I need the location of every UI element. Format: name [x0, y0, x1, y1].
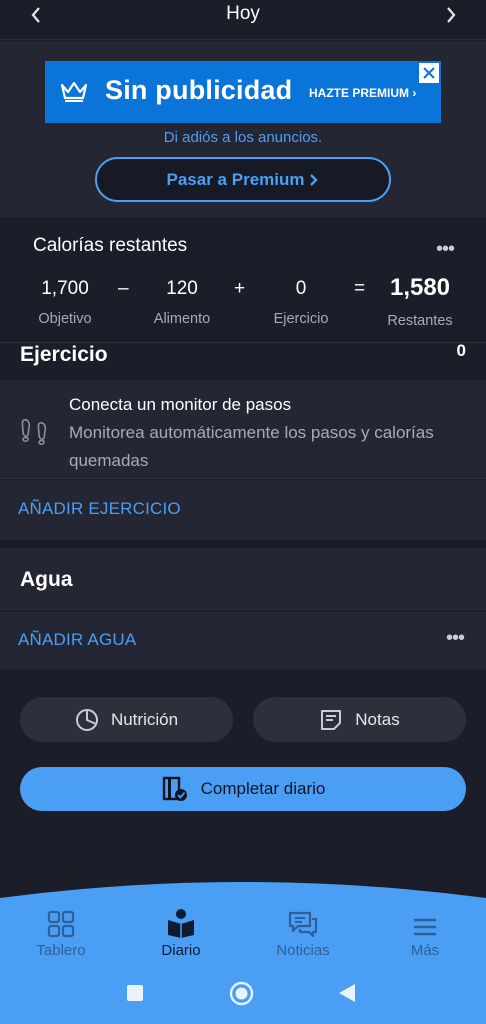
nutrition-button[interactable]: Nutrición: [20, 697, 233, 742]
add-water-row: AÑADIR AGUA •••: [0, 611, 486, 669]
exercise-column: 0 Ejercicio: [262, 278, 340, 327]
next-day-button[interactable]: [436, 2, 466, 28]
connect-step-tracker[interactable]: Conecta un monitor de pasos Monitorea au…: [0, 383, 486, 479]
exercise-label: Ejercicio: [273, 311, 329, 327]
premium-promo: Sin publicidad HAZTE PREMIUM › Di adiós …: [0, 41, 486, 217]
chevron-right-icon: [310, 173, 319, 186]
bottom-navigation: Tablero Diario Noticias Más: [0, 880, 486, 1024]
more-options-icon[interactable]: •••: [436, 238, 455, 261]
ad-banner[interactable]: Sin publicidad HAZTE PREMIUM ›: [45, 61, 441, 123]
calories-summary[interactable]: Calorías restantes ••• 1,700 Objetivo – …: [0, 218, 486, 342]
add-exercise-button[interactable]: AÑADIR EJERCICIO: [18, 499, 181, 519]
chevron-right-icon: [447, 7, 456, 23]
more-options-icon[interactable]: •••: [446, 627, 465, 650]
promo-subtitle: Di adiós a los anuncios.: [163, 129, 323, 146]
premium-button[interactable]: Pasar a Premium: [95, 157, 391, 202]
calories-title: Calorías restantes: [33, 235, 188, 256]
water-title: Agua: [20, 568, 73, 591]
tab-dashboard[interactable]: Tablero: [16, 906, 106, 959]
exercise-total: 0: [456, 341, 466, 360]
home-icon[interactable]: [229, 981, 254, 1006]
tab-news-label: Noticias: [276, 942, 330, 959]
equals-operator: =: [354, 278, 366, 299]
top-bar: Hoy: [0, 0, 486, 40]
tab-dashboard-label: Tablero: [36, 942, 86, 959]
banner-cta-label: HAZTE PREMIUM: [309, 86, 409, 100]
steps-title: Conecta un monitor de pasos: [69, 395, 292, 414]
steps-description: Monitorea automáticamente los pasos y ca…: [69, 423, 434, 470]
banner-cta[interactable]: HAZTE PREMIUM ›: [309, 86, 416, 100]
complete-diary-button[interactable]: Completar diario: [20, 767, 466, 811]
news-icon: [288, 911, 318, 938]
back-icon[interactable]: [338, 983, 356, 1003]
goal-label: Objetivo: [38, 311, 92, 327]
page-title[interactable]: Hoy: [0, 3, 486, 25]
complete-diary-icon: [162, 776, 187, 801]
goal-value: 1,700: [41, 278, 89, 299]
minus-operator: –: [118, 278, 129, 299]
tab-news[interactable]: Noticias: [258, 906, 348, 959]
crown-icon: [60, 81, 88, 102]
food-label: Alimento: [153, 311, 211, 327]
nutrition-label: Nutrición: [110, 709, 179, 729]
food-value: 120: [166, 278, 198, 299]
recent-apps-icon[interactable]: [126, 984, 144, 1002]
remaining-column: 1,580 Restantes: [378, 274, 462, 329]
diary-icon: [168, 909, 194, 938]
goal-column: 1,700 Objetivo: [30, 278, 100, 327]
premium-button-label: Pasar a Premium: [166, 169, 305, 189]
tab-diary-label: Diario: [161, 942, 201, 959]
menu-icon: [414, 918, 436, 936]
remaining-value: 1,580: [389, 274, 451, 301]
water-header: Agua: [0, 548, 486, 610]
notes-label: Notas: [355, 709, 400, 729]
complete-diary-label: Completar diario: [200, 779, 326, 798]
remaining-label: Restantes: [387, 313, 453, 329]
exercise-header: Ejercicio 0: [0, 341, 486, 382]
tab-diary[interactable]: Diario: [136, 906, 226, 959]
close-ad-button[interactable]: [419, 63, 439, 83]
chevron-right-icon: ›: [412, 86, 417, 100]
exercise-value: 0: [295, 278, 307, 299]
add-water-button[interactable]: AÑADIR AGUA: [18, 630, 136, 650]
exercise-title: Ejercicio: [20, 343, 108, 366]
system-navigation-bar: [0, 980, 486, 1010]
food-column: 120 Alimento: [143, 278, 221, 327]
notes-button[interactable]: Notas: [253, 697, 466, 742]
dashboard-icon: [47, 910, 75, 938]
notes-icon: [321, 709, 342, 730]
banner-title: Sin publicidad: [105, 75, 293, 105]
footprints-icon: [21, 419, 47, 445]
tab-more-label: Más: [410, 942, 440, 959]
add-exercise-row: AÑADIR EJERCICIO: [0, 480, 486, 540]
tab-more[interactable]: Más: [380, 906, 470, 959]
plus-operator: +: [234, 278, 246, 299]
close-icon: [423, 67, 435, 79]
pie-chart-icon: [75, 708, 98, 731]
